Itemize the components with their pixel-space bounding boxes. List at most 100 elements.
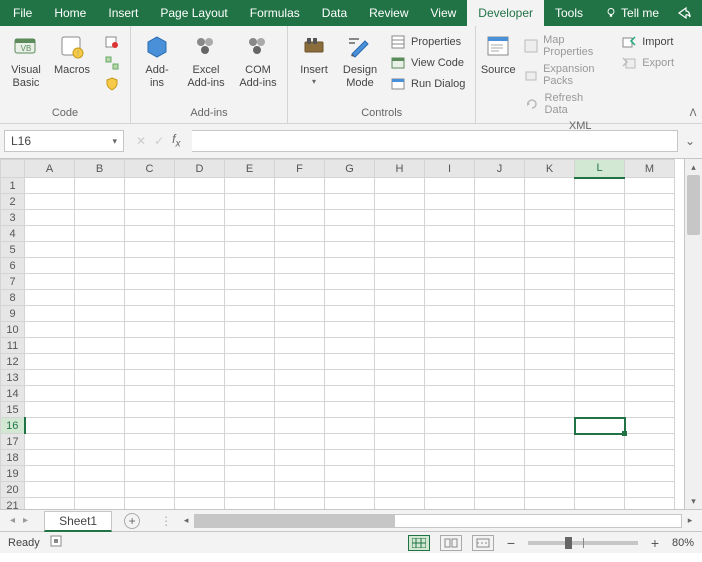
cell-B17[interactable] xyxy=(75,434,125,450)
cell-G8[interactable] xyxy=(325,290,375,306)
cell-F4[interactable] xyxy=(275,226,325,242)
cell-K12[interactable] xyxy=(525,354,575,370)
cell-J11[interactable] xyxy=(475,338,525,354)
row-header-8[interactable]: 8 xyxy=(1,290,25,306)
row-header-20[interactable]: 20 xyxy=(1,482,25,498)
cell-E17[interactable] xyxy=(225,434,275,450)
cell-J3[interactable] xyxy=(475,210,525,226)
design-mode-button[interactable]: Design Mode xyxy=(338,30,382,89)
cell-G10[interactable] xyxy=(325,322,375,338)
cell-A4[interactable] xyxy=(25,226,75,242)
row-header-14[interactable]: 14 xyxy=(1,386,25,402)
cell-F15[interactable] xyxy=(275,402,325,418)
cell-A1[interactable] xyxy=(25,178,75,194)
cell-A18[interactable] xyxy=(25,450,75,466)
cell-C16[interactable] xyxy=(125,418,175,434)
cell-E7[interactable] xyxy=(225,274,275,290)
cell-F13[interactable] xyxy=(275,370,325,386)
cell-D19[interactable] xyxy=(175,466,225,482)
cell-I3[interactable] xyxy=(425,210,475,226)
cell-K13[interactable] xyxy=(525,370,575,386)
excel-addins-button[interactable]: Excel Add-ins xyxy=(181,30,231,89)
cell-B14[interactable] xyxy=(75,386,125,402)
cell-D21[interactable] xyxy=(175,498,225,510)
expansion-packs-button[interactable]: Expansion Packs xyxy=(518,61,613,89)
cell-I21[interactable] xyxy=(425,498,475,510)
tab-tools[interactable]: Tools xyxy=(544,0,594,26)
cell-I8[interactable] xyxy=(425,290,475,306)
cell-J19[interactable] xyxy=(475,466,525,482)
row-header-17[interactable]: 17 xyxy=(1,434,25,450)
cell-M7[interactable] xyxy=(625,274,675,290)
cell-K11[interactable] xyxy=(525,338,575,354)
cell-B2[interactable] xyxy=(75,194,125,210)
cell-L8[interactable] xyxy=(575,290,625,306)
cell-J5[interactable] xyxy=(475,242,525,258)
cell-L18[interactable] xyxy=(575,450,625,466)
cell-E19[interactable] xyxy=(225,466,275,482)
cell-K19[interactable] xyxy=(525,466,575,482)
cell-M21[interactable] xyxy=(625,498,675,510)
tab-review[interactable]: Review xyxy=(358,0,419,26)
row-header-9[interactable]: 9 xyxy=(1,306,25,322)
cell-H8[interactable] xyxy=(375,290,425,306)
row-header-19[interactable]: 19 xyxy=(1,466,25,482)
cell-G2[interactable] xyxy=(325,194,375,210)
export-button[interactable]: Export xyxy=(615,53,680,73)
cell-H7[interactable] xyxy=(375,274,425,290)
zoom-knob[interactable] xyxy=(565,537,572,549)
add-sheet-button[interactable]: + xyxy=(124,513,140,529)
cell-L19[interactable] xyxy=(575,466,625,482)
cell-J13[interactable] xyxy=(475,370,525,386)
cell-B19[interactable] xyxy=(75,466,125,482)
cell-D4[interactable] xyxy=(175,226,225,242)
cell-M2[interactable] xyxy=(625,194,675,210)
cell-D1[interactable] xyxy=(175,178,225,194)
row-header-12[interactable]: 12 xyxy=(1,354,25,370)
addins-button[interactable]: Add- ins xyxy=(135,30,179,89)
cell-M6[interactable] xyxy=(625,258,675,274)
cell-M11[interactable] xyxy=(625,338,675,354)
cell-G18[interactable] xyxy=(325,450,375,466)
properties-button[interactable]: Properties xyxy=(384,32,471,52)
cell-J12[interactable] xyxy=(475,354,525,370)
cell-D13[interactable] xyxy=(175,370,225,386)
cell-B21[interactable] xyxy=(75,498,125,510)
row-header-16[interactable]: 16 xyxy=(1,418,25,434)
cell-K1[interactable] xyxy=(525,178,575,194)
cell-E12[interactable] xyxy=(225,354,275,370)
cell-A12[interactable] xyxy=(25,354,75,370)
cell-A10[interactable] xyxy=(25,322,75,338)
cell-F5[interactable] xyxy=(275,242,325,258)
cell-B16[interactable] xyxy=(75,418,125,434)
cell-L14[interactable] xyxy=(575,386,625,402)
cell-J20[interactable] xyxy=(475,482,525,498)
cell-J7[interactable] xyxy=(475,274,525,290)
cell-C5[interactable] xyxy=(125,242,175,258)
cell-G12[interactable] xyxy=(325,354,375,370)
row-header-15[interactable]: 15 xyxy=(1,402,25,418)
cell-E21[interactable] xyxy=(225,498,275,510)
cell-E9[interactable] xyxy=(225,306,275,322)
cell-L9[interactable] xyxy=(575,306,625,322)
col-header-H[interactable]: H xyxy=(375,160,425,178)
cell-H9[interactable] xyxy=(375,306,425,322)
cell-L10[interactable] xyxy=(575,322,625,338)
zoom-out-button[interactable]: − xyxy=(504,535,518,551)
cell-M14[interactable] xyxy=(625,386,675,402)
cell-L1[interactable] xyxy=(575,178,625,194)
cell-K8[interactable] xyxy=(525,290,575,306)
cell-F17[interactable] xyxy=(275,434,325,450)
cell-L3[interactable] xyxy=(575,210,625,226)
tab-file[interactable]: File xyxy=(2,0,43,26)
use-relative-refs-button[interactable] xyxy=(98,53,126,73)
cell-H3[interactable] xyxy=(375,210,425,226)
cell-C6[interactable] xyxy=(125,258,175,274)
cell-E14[interactable] xyxy=(225,386,275,402)
page-layout-view-button[interactable] xyxy=(440,535,462,551)
cell-L12[interactable] xyxy=(575,354,625,370)
scroll-down-button[interactable]: ▾ xyxy=(685,493,702,509)
tab-page-layout[interactable]: Page Layout xyxy=(149,0,238,26)
hscroll-track[interactable] xyxy=(194,514,682,528)
cell-J2[interactable] xyxy=(475,194,525,210)
